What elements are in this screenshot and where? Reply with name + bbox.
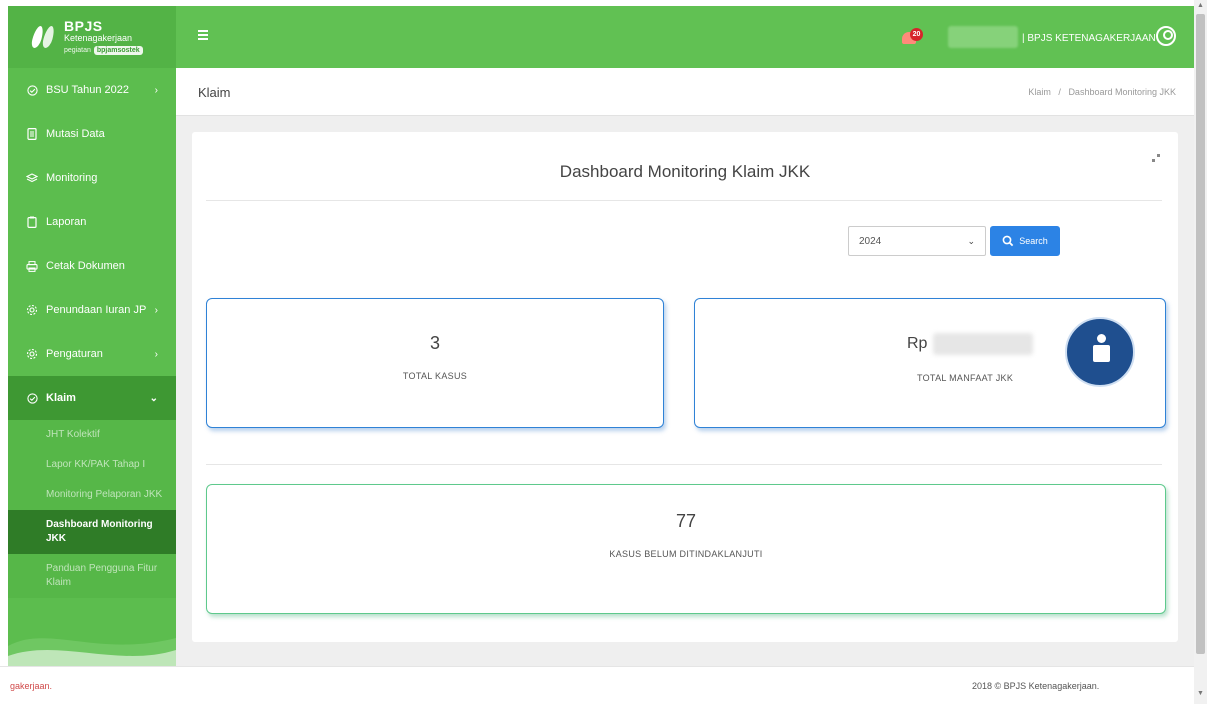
sidebar-item-label: Laporan <box>46 216 87 228</box>
sidebar-item-label: Mutasi Data <box>46 128 105 140</box>
sidebar-item-label: BSU Tahun 2022 <box>46 84 129 96</box>
divider <box>206 464 1162 465</box>
total-manfaat-card: Rp TOTAL MANFAAT JKK <box>694 298 1166 428</box>
chevron-down-icon: ⌄ <box>149 392 158 404</box>
person-head-shape <box>1097 334 1106 343</box>
top-navbar: 20 | BPJS KETENAGAKERJAAN <box>176 6 1194 68</box>
total-kasus-card: 3 TOTAL KASUS <box>206 298 664 428</box>
brand-name: BPJS <box>64 18 103 34</box>
sidebar-item-label: Penundaan Iuran JP <box>46 304 147 316</box>
scrollbar-thumb[interactable] <box>1196 14 1205 654</box>
sidebar-item-cetak-dokumen[interactable]: Cetak Dokumen <box>8 244 176 288</box>
hamburger-menu-icon[interactable] <box>198 30 208 42</box>
year-select[interactable]: 2024 ⌄ <box>848 226 986 256</box>
search-button-label: Search <box>1019 236 1048 246</box>
currency-label: Rp <box>907 335 928 352</box>
breadcrumb-bar: Klaim Klaim / Dashboard Monitoring JKK <box>176 68 1194 116</box>
year-select-value: 2024 <box>859 235 882 247</box>
sidebar-menu: BSU Tahun 2022 › Mutasi Data Monitoring … <box>8 68 176 420</box>
page-scrollbar[interactable]: ▲ ▼ <box>1194 0 1207 704</box>
document-icon <box>26 128 38 140</box>
layers-icon <box>26 172 38 184</box>
sidebar-item-label: Monitoring <box>46 172 98 184</box>
sidebar-item-laporan[interactable]: Laporan <box>8 200 176 244</box>
sidebar-item-klaim[interactable]: Klaim ⌄ <box>8 376 176 420</box>
notification-bell-icon[interactable]: 20 <box>902 28 923 46</box>
divider <box>206 200 1162 201</box>
main-content: Dashboard Monitoring Klaim JKK 2024 ⌄ Se… <box>176 116 1194 666</box>
page-title: Klaim <box>198 85 231 100</box>
klaim-submenu: JHT Kolektif Lapor KK/PAK Tahap I Monito… <box>8 420 176 598</box>
submenu-item-monitoring-pelaporan[interactable]: Monitoring Pelaporan JKK <box>8 480 176 510</box>
submenu-item-dashboard-monitoring[interactable]: Dashboard Monitoring JKK <box>8 510 176 554</box>
kasus-belum-value: 77 <box>675 511 697 531</box>
submenu-item-lapor-kk-pak[interactable]: Lapor KK/PAK Tahap I <box>8 450 176 480</box>
submenu-item-jht-kolektif[interactable]: JHT Kolektif <box>8 420 176 450</box>
clipboard-icon <box>26 216 38 228</box>
printer-icon <box>26 260 38 272</box>
brand-sub: Ketenagakerjaan <box>64 33 133 43</box>
check-circle-icon <box>26 392 38 404</box>
brand-tag: pegiatan bpjamsostek <box>64 46 143 55</box>
fullscreen-expand-icon[interactable] <box>1152 154 1160 162</box>
chevron-right-icon: › <box>154 84 158 96</box>
sidebar-item-penundaan-iuran[interactable]: Penundaan Iuran JP › <box>8 288 176 332</box>
kasus-belum-card: 77 KASUS BELUM DITINDAKLANJUTI <box>206 484 1166 614</box>
kasus-belum-label: KASUS BELUM DITINDAKLANJUTI <box>609 549 763 559</box>
total-kasus-value: 3 <box>429 333 440 353</box>
chevron-right-icon: › <box>154 304 158 316</box>
sidebar-item-label: Cetak Dokumen <box>46 260 125 272</box>
sidebar-item-label: Pengaturan <box>46 348 103 360</box>
dashboard-panel: Dashboard Monitoring Klaim JKK 2024 ⌄ Se… <box>192 132 1178 642</box>
notification-count-badge: 20 <box>910 28 923 41</box>
search-button[interactable]: Search <box>990 226 1060 256</box>
sidebar-item-monitoring[interactable]: Monitoring <box>8 156 176 200</box>
submenu-item-panduan-pengguna[interactable]: Panduan Pengguna Fitur Klaim <box>8 554 176 598</box>
dashboard-title: Dashboard Monitoring Klaim JKK <box>559 162 811 181</box>
breadcrumb-separator: / <box>1058 87 1061 97</box>
scroll-up-arrow-icon[interactable]: ▲ <box>1197 2 1204 9</box>
jkk-accident-icon <box>1065 317 1135 387</box>
footer-left-text: gakerjaan. <box>10 681 53 691</box>
search-icon <box>1002 235 1014 247</box>
person-body-shape <box>1093 345 1110 362</box>
sidebar-wave-decoration <box>8 638 176 666</box>
breadcrumb-current: Dashboard Monitoring JKK <box>1068 87 1176 97</box>
brand-tag-badge: bpjamsostek <box>93 46 143 55</box>
total-kasus-label: TOTAL KASUS <box>402 371 468 381</box>
user-org-label[interactable]: | BPJS KETENAGAKERJAAN <box>1022 33 1156 44</box>
breadcrumb: Klaim / Dashboard Monitoring JKK <box>1028 87 1176 97</box>
check-circle-icon <box>26 84 38 96</box>
sidebar-item-label: Klaim <box>46 392 76 404</box>
chevron-down-icon: ⌄ <box>967 235 975 246</box>
total-manfaat-value-redacted <box>933 333 1033 355</box>
gear-icon <box>26 348 38 360</box>
user-account-icon[interactable] <box>1156 26 1176 46</box>
user-id-redacted <box>948 26 1018 48</box>
scroll-down-arrow-icon[interactable]: ▼ <box>1197 690 1204 697</box>
sidebar-item-pengaturan[interactable]: Pengaturan › <box>8 332 176 376</box>
brand-text: BPJS Ketenagakerjaan pegiatan bpjamsoste… <box>64 19 143 55</box>
sidebar: BPJS Ketenagakerjaan pegiatan bpjamsoste… <box>8 6 176 666</box>
gear-icon <box>26 304 38 316</box>
sidebar-item-bsu[interactable]: BSU Tahun 2022 › <box>8 68 176 112</box>
total-manfaat-label: TOTAL MANFAAT JKK <box>917 373 1014 383</box>
chevron-right-icon: › <box>154 348 158 360</box>
sidebar-item-mutasi-data[interactable]: Mutasi Data <box>8 112 176 156</box>
footer-copyright: 2018 © BPJS Ketenagakerjaan. <box>972 681 1100 691</box>
brand-logo[interactable]: BPJS Ketenagakerjaan pegiatan bpjamsoste… <box>8 6 176 68</box>
footer: gakerjaan. 2018 © BPJS Ketenagakerjaan. <box>0 666 1194 704</box>
breadcrumb-link-klaim[interactable]: Klaim <box>1028 87 1051 97</box>
bpjs-logo-icon <box>30 24 58 50</box>
brand-tag-prefix: pegiatan <box>64 47 91 54</box>
